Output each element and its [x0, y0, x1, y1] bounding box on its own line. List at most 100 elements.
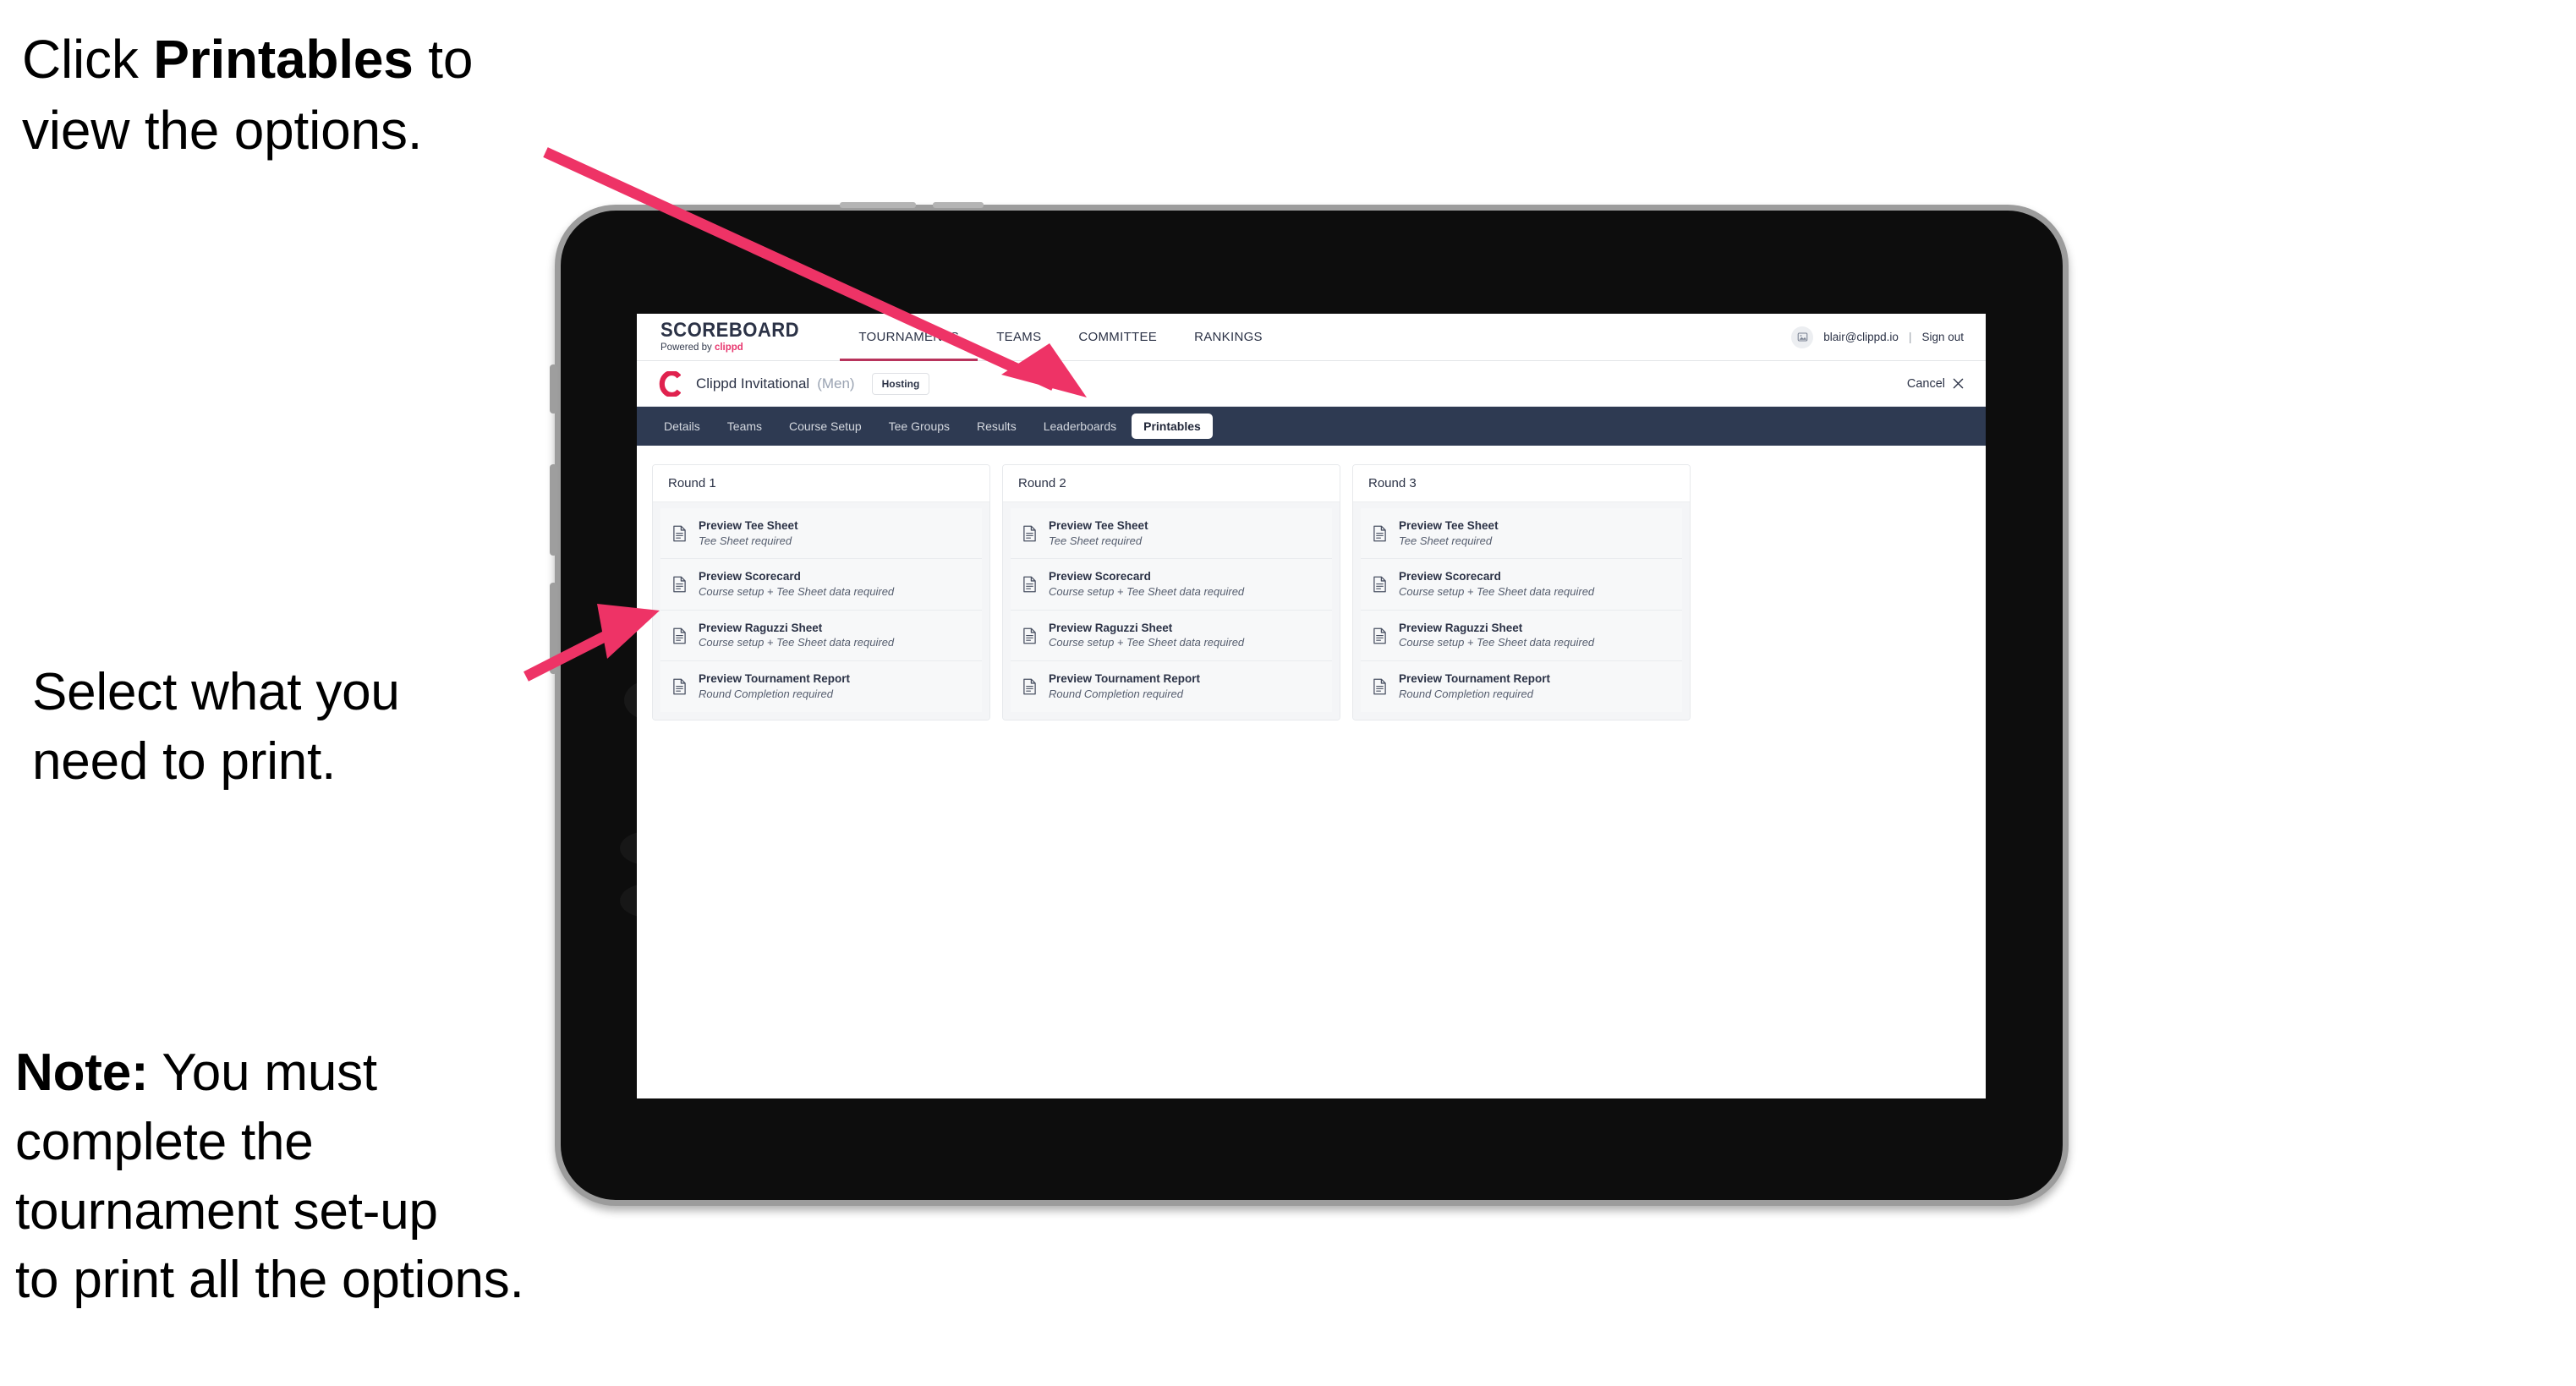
list-item-title: Preview Scorecard — [1399, 570, 1501, 583]
list-item-subtitle: Course setup + Tee Sheet data required — [1399, 636, 1595, 649]
list-item[interactable]: Preview Scorecard Course setup + Tee Shee… — [1361, 559, 1682, 611]
sign-out-link[interactable]: Sign out — [1921, 331, 1964, 343]
list-item-subtitle: Course setup + Tee Sheet data required — [1049, 584, 1245, 598]
annotation-click-bold: Printables — [153, 29, 414, 90]
account-separator: | — [1908, 331, 1912, 343]
list-item-subtitle: Course setup + Tee Sheet data required — [1049, 636, 1245, 649]
round-items-list: Preview Tee Sheet Tee Sheet required Prev… — [1353, 502, 1690, 720]
list-item-subtitle: Tee Sheet required — [1049, 534, 1143, 547]
image-icon — [1797, 332, 1807, 342]
brand-tagline-clippd: clippd — [714, 342, 743, 353]
document-icon — [1022, 576, 1037, 593]
avatar[interactable] — [1791, 326, 1814, 348]
screenshot-canvas: Click Printables to view the options. Se… — [0, 0, 2576, 1386]
list-item-title: Preview Scorecard — [1049, 570, 1151, 583]
brand-tagline-prefix: Powered by — [660, 342, 715, 353]
list-item-subtitle: Tee Sheet required — [1399, 534, 1493, 547]
round-column: Round 2 Preview Tee Sheet Tee Sheet requi… — [1002, 464, 1340, 720]
cancel-button[interactable]: Cancel — [1907, 377, 1964, 391]
clippd-logo-icon — [659, 370, 681, 397]
list-item-title: Preview Raguzzi Sheet — [1049, 621, 1173, 634]
tab-course-setup[interactable]: Course Setup — [777, 414, 874, 439]
list-item-title: Preview Tournament Report — [1049, 672, 1201, 686]
status-badge: Hosting — [871, 372, 930, 395]
list-item-title: Preview Scorecard — [699, 570, 801, 583]
list-item[interactable]: Preview Scorecard Course setup + Tee Shee… — [1011, 559, 1332, 611]
annotation-select-print: Select what you need to print. — [32, 663, 400, 791]
document-icon — [1373, 678, 1387, 695]
tab-results[interactable]: Results — [965, 414, 1028, 439]
nav-link-rankings[interactable]: RANKINGS — [1176, 314, 1281, 360]
list-item-title: Preview Raguzzi Sheet — [699, 621, 823, 634]
printables-content: Round 1 Preview Tee Sheet Tee Sheet requi… — [637, 446, 1986, 720]
list-item-title: Preview Tee Sheet — [1049, 519, 1148, 532]
section-tab-bar: Details Teams Course Setup Tee Groups Re… — [637, 407, 1986, 446]
tablet-device-frame: SCOREBOARD Powered by clippd TOURNAMENTS… — [550, 202, 2069, 1206]
brand-tagline: Powered by clippd — [660, 343, 811, 353]
document-icon — [1373, 525, 1387, 542]
list-item-title: Preview Tournament Report — [699, 672, 851, 686]
list-item[interactable]: Preview Tee Sheet Tee Sheet required — [1361, 508, 1682, 560]
device-volume-up-button[interactable] — [550, 464, 557, 556]
list-item-subtitle: Course setup + Tee Sheet data required — [699, 584, 895, 598]
device-top-slot — [840, 202, 916, 208]
list-item-title: Preview Tee Sheet — [1399, 519, 1499, 532]
main-nav-links: TOURNAMENTS TEAMS COMMITTEE RANKINGS — [840, 314, 1281, 361]
document-icon — [1022, 525, 1037, 542]
list-item[interactable]: Preview Raguzzi Sheet Course setup + Tee … — [660, 610, 982, 662]
document-icon — [1373, 627, 1387, 644]
list-item-subtitle: Round Completion required — [1049, 687, 1183, 700]
round-title: Round 2 — [1003, 465, 1340, 502]
list-item[interactable]: Preview Tournament Report Round Completio… — [1361, 661, 1682, 712]
tab-teams[interactable]: Teams — [715, 414, 774, 439]
scoreboard-logo[interactable]: SCOREBOARD Powered by clippd — [660, 314, 840, 360]
list-item-title: Preview Tee Sheet — [699, 519, 798, 532]
tab-printables[interactable]: Printables — [1132, 414, 1213, 439]
account-email: blair@clippd.io — [1823, 331, 1899, 343]
brand-wordmark: SCOREBOARD — [660, 319, 800, 342]
list-item[interactable]: Preview Raguzzi Sheet Course setup + Tee … — [1011, 610, 1332, 662]
tab-tee-groups[interactable]: Tee Groups — [877, 414, 962, 439]
round-title: Round 3 — [1353, 465, 1690, 502]
list-item[interactable]: Preview Tee Sheet Tee Sheet required — [1011, 508, 1332, 560]
account-area: blair@clippd.io | Sign out — [1791, 314, 1986, 360]
round-items-list: Preview Tee Sheet Tee Sheet required Prev… — [1003, 502, 1340, 720]
list-item-subtitle: Round Completion required — [699, 687, 833, 700]
document-icon — [672, 627, 687, 644]
tab-leaderboards[interactable]: Leaderboards — [1032, 414, 1128, 439]
list-item-subtitle: Course setup + Tee Sheet data required — [699, 636, 895, 649]
document-icon — [672, 525, 687, 542]
list-item-subtitle: Course setup + Tee Sheet data required — [1399, 584, 1595, 598]
list-item[interactable]: Preview Scorecard Course setup + Tee Shee… — [660, 559, 982, 611]
list-item-subtitle: Round Completion required — [1399, 687, 1533, 700]
list-item[interactable]: Preview Tournament Report Round Completio… — [660, 661, 982, 712]
nav-link-teams[interactable]: TEAMS — [978, 314, 1060, 360]
nav-link-tournaments[interactable]: TOURNAMENTS — [840, 314, 978, 361]
list-item[interactable]: Preview Tee Sheet Tee Sheet required — [660, 508, 982, 560]
tournament-header-bar: Clippd Invitational (Men) Hosting Cancel — [637, 361, 1986, 407]
annotation-note-bold: Note: — [15, 1044, 149, 1102]
round-items-list: Preview Tee Sheet Tee Sheet required Prev… — [653, 502, 989, 720]
list-item[interactable]: Preview Tournament Report Round Completio… — [1011, 661, 1332, 712]
document-icon — [1022, 678, 1037, 695]
nav-link-committee[interactable]: COMMITTEE — [1060, 314, 1176, 360]
top-navigation-bar: SCOREBOARD Powered by clippd TOURNAMENTS… — [637, 314, 1986, 361]
list-item[interactable]: Preview Raguzzi Sheet Course setup + Tee … — [1361, 610, 1682, 662]
list-item-title: Preview Raguzzi Sheet — [1399, 621, 1523, 634]
document-icon — [672, 678, 687, 695]
tablet-screen: SCOREBOARD Powered by clippd TOURNAMENTS… — [637, 314, 1986, 1098]
document-icon — [1373, 576, 1387, 593]
document-icon — [672, 576, 687, 593]
device-top-slot-2 — [933, 202, 984, 208]
close-icon — [1953, 378, 1964, 389]
list-item-subtitle: Tee Sheet required — [699, 534, 792, 547]
device-side-button-top[interactable] — [550, 364, 557, 414]
round-column: Round 3 Preview Tee Sheet Tee Sheet requi… — [1352, 464, 1691, 720]
round-column: Round 1 Preview Tee Sheet Tee Sheet requi… — [652, 464, 990, 720]
annotation-click-printables: Click Printables to view the options. — [22, 24, 580, 167]
document-icon — [1022, 627, 1037, 644]
tournament-gender: (Men) — [817, 375, 855, 392]
list-item-title: Preview Tournament Report — [1399, 672, 1551, 686]
tab-details[interactable]: Details — [652, 414, 712, 439]
device-volume-down-button[interactable] — [550, 583, 557, 674]
